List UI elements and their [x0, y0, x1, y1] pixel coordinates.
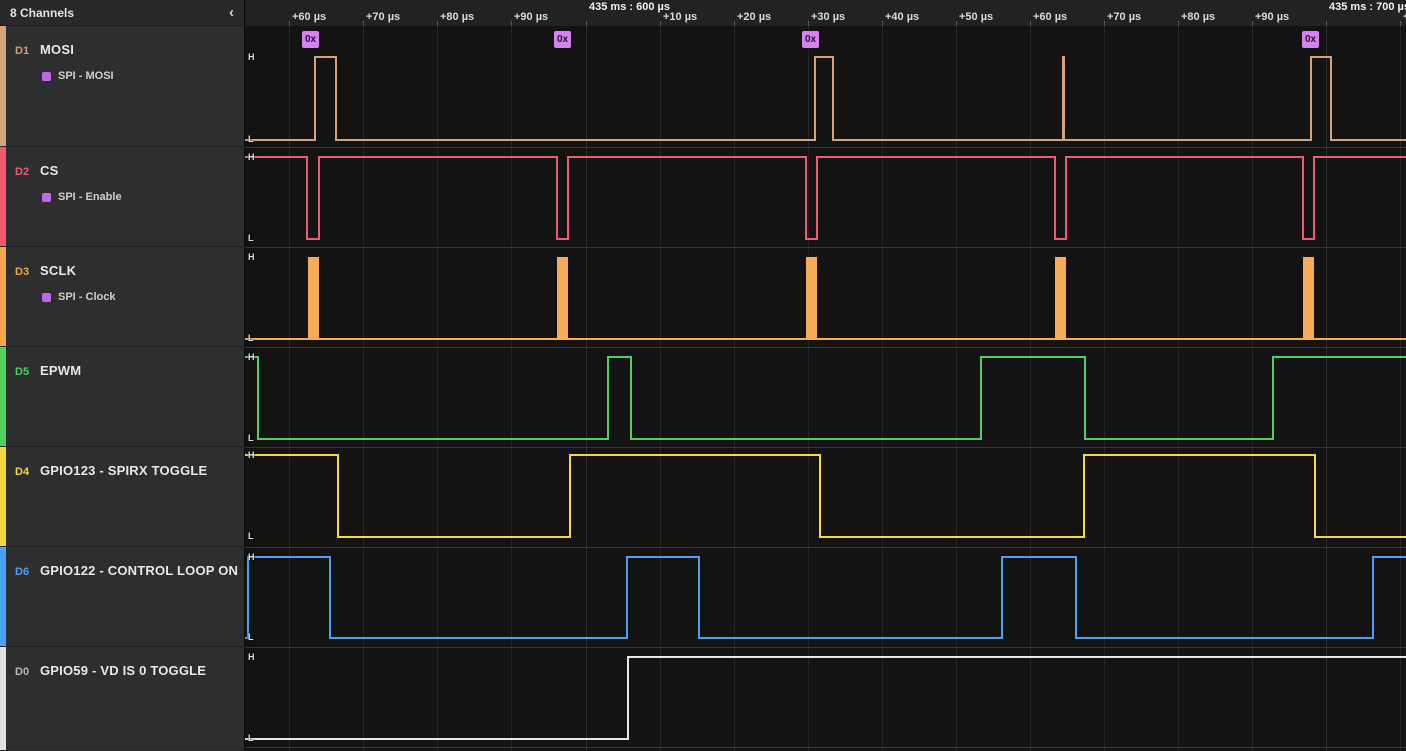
channel-name-label: GPIO59 - VD IS 0 TOGGLE [40, 663, 206, 678]
channel-id-label: D1 [15, 45, 29, 57]
analyzer-name-label: SPI - Enable [58, 191, 122, 203]
timeline-tick-label: +40 µs [885, 11, 919, 23]
clock-burst-sclk [1055, 257, 1066, 339]
analyzer-color-icon [42, 293, 51, 302]
channel-row-d2[interactable]: D2 CS SPI - Enable [0, 147, 245, 247]
high-level-label: H [248, 153, 255, 162]
spi-decode-badge[interactable]: 0x [554, 31, 571, 48]
clock-burst-sclk [557, 257, 568, 339]
low-level-label: L [248, 334, 254, 343]
channel-analyzer-tag[interactable]: SPI - Clock [42, 291, 115, 303]
timeline-tick-label: +90 µs [1255, 11, 1289, 23]
spi-decode-badge[interactable]: 0x [802, 31, 819, 48]
sidebar-header: 8 Channels ‹ [0, 0, 244, 26]
channel-analyzer-tag[interactable]: SPI - Enable [42, 191, 122, 203]
channel-id-label: D5 [15, 366, 29, 378]
analyzer-color-icon [42, 193, 51, 202]
clock-burst-sclk [806, 257, 817, 339]
channel-color-stripe [0, 347, 6, 446]
low-level-label: L [248, 633, 254, 642]
channel-name-label: SCLK [40, 263, 76, 278]
timeline-tick-label: +90 µs [514, 11, 548, 23]
trace-gpio122 [245, 557, 1406, 638]
channel-name-label: GPIO123 - SPIRX TOGGLE [40, 463, 207, 478]
timeline-tick-label: +70 µs [1107, 11, 1141, 23]
channel-sidebar: 8 Channels ‹ D1 MOSI SPI - MOSI D2 CS SP… [0, 0, 245, 751]
spi-decode-badge[interactable]: 0x [302, 31, 319, 48]
trace-gpio59 [245, 657, 1406, 739]
channel-row-d4[interactable]: D4 GPIO123 - SPIRX TOGGLE [0, 447, 245, 547]
timeline-tick-label: +60 µs [292, 11, 326, 23]
channel-color-stripe [0, 447, 6, 546]
channel-id-label: D4 [15, 466, 29, 478]
timeline-tick-label: +60 µs [1033, 11, 1067, 23]
channel-name-label: MOSI [40, 42, 74, 57]
channel-id-label: D6 [15, 566, 29, 578]
channel-id-label: D2 [15, 166, 29, 178]
channel-id-label: D0 [15, 666, 29, 678]
channel-color-stripe [0, 547, 6, 646]
channel-row-d6[interactable]: D6 GPIO122 - CONTROL LOOP ON [0, 547, 245, 647]
trace-epwm [245, 357, 1406, 439]
timeline-tick-label: +20 µs [737, 11, 771, 23]
timeline-ruler[interactable]: 435 ms : 600 µs 435 ms : 700 µs +60 µs +70 … [245, 0, 1406, 26]
low-level-label: L [248, 434, 254, 443]
channel-color-stripe [0, 247, 6, 346]
timeline-tick-label: +80 µs [1181, 11, 1215, 23]
channel-name-label: EPWM [40, 363, 81, 378]
high-level-label: H [248, 553, 255, 562]
timeline-tick-label: +30 µs [811, 11, 845, 23]
channel-row-d0[interactable]: D0 GPIO59 - VD IS 0 TOGGLE [0, 647, 245, 751]
trace-cs [245, 157, 1406, 239]
timeline-tick-label: +50 µs [959, 11, 993, 23]
high-level-label: H [248, 253, 255, 262]
waveform-traces [245, 26, 1406, 751]
channel-analyzer-tag[interactable]: SPI - MOSI [42, 70, 114, 82]
high-level-label: H [248, 653, 255, 662]
collapse-sidebar-icon[interactable]: ‹ [229, 5, 234, 20]
timeline-tick-label: +70 µs [366, 11, 400, 23]
channel-count-label: 8 Channels [10, 6, 74, 20]
low-level-label: L [248, 234, 254, 243]
channel-name-label: GPIO122 - CONTROL LOOP ON [40, 563, 238, 578]
trace-mosi [245, 57, 1406, 140]
clock-burst-sclk [308, 257, 319, 339]
spi-decode-badge[interactable]: 0x [1302, 31, 1319, 48]
waveform-area[interactable]: HLHLHLHLHLHLHL 0x0x0x0x [245, 26, 1406, 751]
channel-color-stripe [0, 647, 6, 750]
channel-color-stripe [0, 147, 6, 246]
timeline-tick-label: +10 µs [663, 11, 697, 23]
clock-burst-sclk [1303, 257, 1314, 339]
timeline-tick-label: +80 µs [440, 11, 474, 23]
analyzer-color-icon [42, 72, 51, 81]
timeline-major-label: 435 ms : 600 µs [589, 1, 670, 13]
channel-color-stripe [0, 26, 6, 146]
channel-row-d5[interactable]: D5 EPWM [0, 347, 245, 447]
low-level-label: L [248, 135, 254, 144]
timeline-major-label: 435 ms : 700 µs [1329, 1, 1406, 13]
high-level-label: H [248, 353, 255, 362]
channel-row-d3[interactable]: D3 SCLK SPI - Clock [0, 247, 245, 347]
high-level-label: H [248, 53, 255, 62]
trace-gpio123 [245, 455, 1406, 537]
channel-id-label: D3 [15, 266, 29, 278]
channel-row-d1[interactable]: D1 MOSI SPI - MOSI [0, 26, 245, 147]
high-level-label: H [248, 451, 255, 460]
low-level-label: L [248, 532, 254, 541]
channel-name-label: CS [40, 163, 58, 178]
logic-analyzer-app: 8 Channels ‹ D1 MOSI SPI - MOSI D2 CS SP… [0, 0, 1406, 751]
low-level-label: L [248, 734, 254, 743]
analyzer-name-label: SPI - Clock [58, 291, 115, 303]
analyzer-name-label: SPI - MOSI [58, 70, 114, 82]
